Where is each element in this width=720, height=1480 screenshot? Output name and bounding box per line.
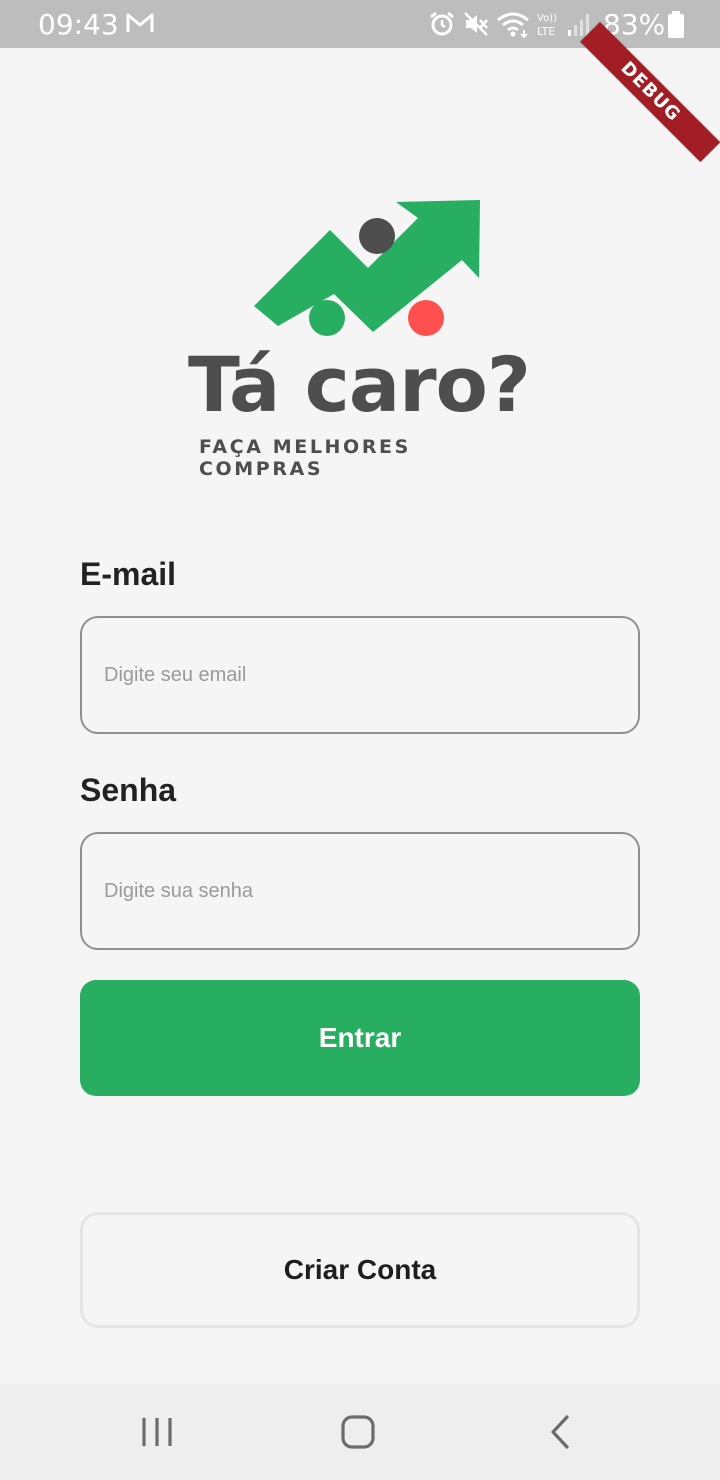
back-icon[interactable] [546, 1414, 574, 1450]
create-account-button[interactable]: Criar Conta [80, 1212, 640, 1328]
login-button[interactable]: Entrar [80, 980, 640, 1096]
home-icon[interactable] [340, 1414, 376, 1450]
status-time: 09:43 [38, 8, 119, 41]
logo-tagline: FAÇA MELHORES COMPRAS [199, 436, 411, 480]
svg-text:LTE: LTE [537, 25, 555, 38]
logo-arrow-icon [254, 200, 480, 332]
logo-gray-dot [359, 218, 395, 254]
logo-red-dot [408, 300, 444, 336]
battery-icon [668, 11, 684, 38]
logo-title: Tá caro? [188, 340, 531, 429]
email-label: E-mail [80, 556, 177, 592]
email-input[interactable] [80, 616, 640, 734]
wifi-icon [497, 12, 529, 38]
logo-green-dot [309, 300, 345, 336]
mail-icon [126, 13, 154, 32]
password-input[interactable] [80, 832, 640, 950]
svg-text:Vo)): Vo)) [537, 13, 557, 24]
alarm-icon [430, 11, 454, 36]
volte-icon: Vo)) LTE [537, 13, 557, 38]
password-label: Senha [80, 772, 177, 808]
logo-graphic [254, 200, 480, 336]
recent-apps-icon[interactable] [140, 1414, 174, 1450]
navigation-bar [0, 1384, 720, 1480]
mute-icon [464, 12, 488, 36]
